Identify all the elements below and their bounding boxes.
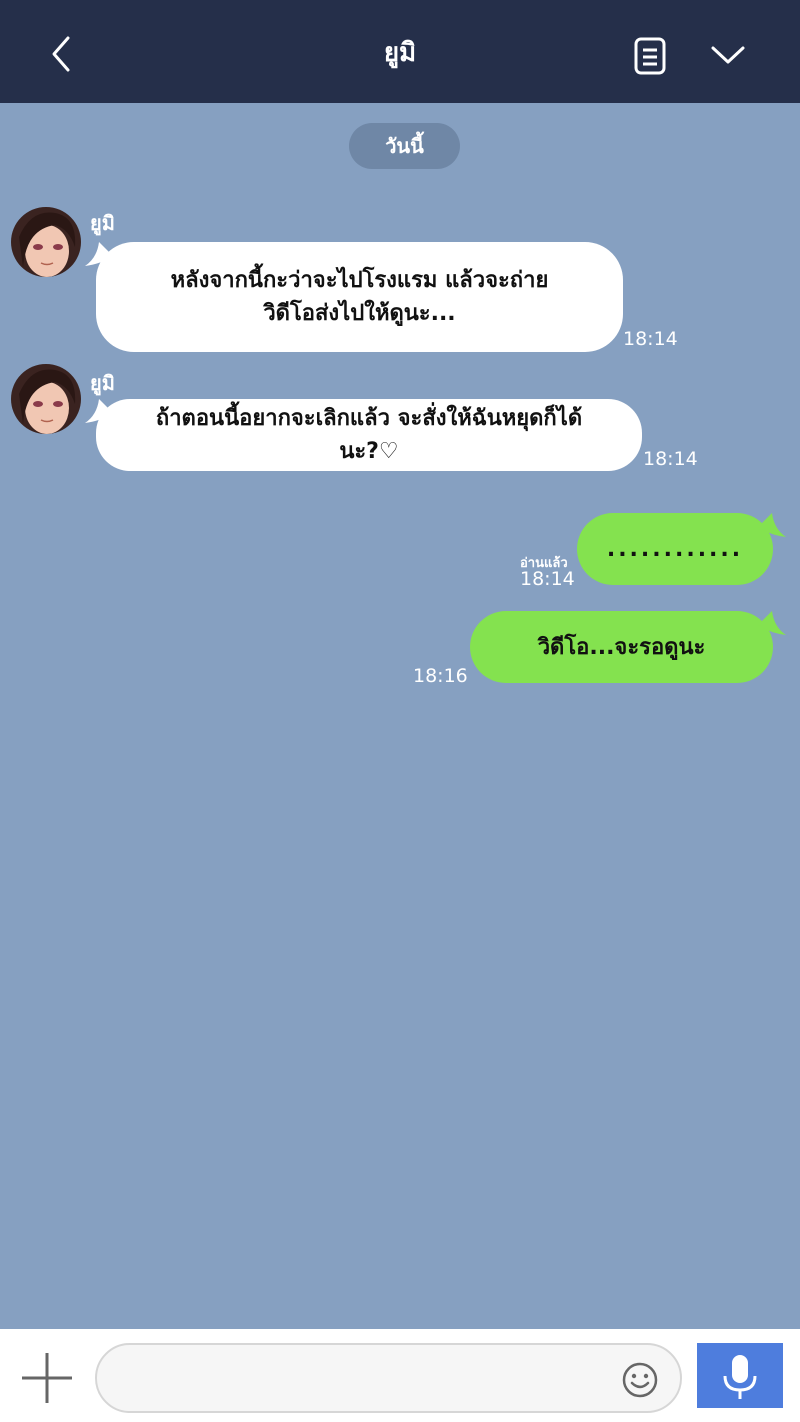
message-input[interactable] — [95, 1343, 682, 1413]
sender-name: ยูมิ — [90, 371, 115, 395]
message-time: 18:16 — [413, 665, 468, 687]
bubble-tail — [758, 611, 786, 635]
plus-icon[interactable] — [18, 1349, 76, 1407]
message-time: 18:14 — [623, 328, 678, 350]
message-time: 18:14 — [520, 568, 575, 590]
message-bubble[interactable]: ............ — [577, 513, 773, 585]
message-line: หลังจากนี้กะว่าจะไปโรงแรม แล้วจะถ่าย — [170, 268, 549, 293]
notes-icon[interactable] — [633, 36, 669, 76]
microphone-icon — [723, 1355, 757, 1399]
message-line: วิดีโอส่งไปให้ดูนะ... — [263, 301, 456, 326]
sender-name: ยูมิ — [90, 211, 115, 235]
input-bar — [0, 1329, 800, 1422]
message-bubble[interactable]: หลังจากนี้กะว่าจะไปโรงแรม แล้วจะถ่าย วิด… — [96, 242, 623, 352]
bubble-tail — [758, 513, 786, 537]
message-bubble[interactable]: วิดีโอ...จะรอดูนะ — [470, 611, 773, 683]
message-bubble[interactable]: ถ้าตอนนี้อยากจะเลิกแล้ว จะสั่งให้ฉันหยุด… — [96, 399, 642, 471]
smiley-icon[interactable] — [621, 1361, 659, 1399]
avatar[interactable] — [11, 207, 81, 277]
chat-header: ยูมิ — [0, 0, 800, 103]
chevron-left-icon[interactable] — [40, 32, 84, 76]
date-divider: วันนี้ — [349, 123, 460, 169]
chevron-down-icon[interactable] — [706, 34, 750, 78]
chat-title: ยูมิ — [383, 38, 417, 68]
message-line: นะ?♡ — [339, 439, 399, 464]
message-line: ถ้าตอนนี้อยากจะเลิกแล้ว จะสั่งให้ฉันหยุด… — [155, 406, 583, 431]
message-time: 18:14 — [643, 448, 698, 470]
voice-button[interactable] — [697, 1343, 783, 1408]
avatar[interactable] — [11, 364, 81, 434]
